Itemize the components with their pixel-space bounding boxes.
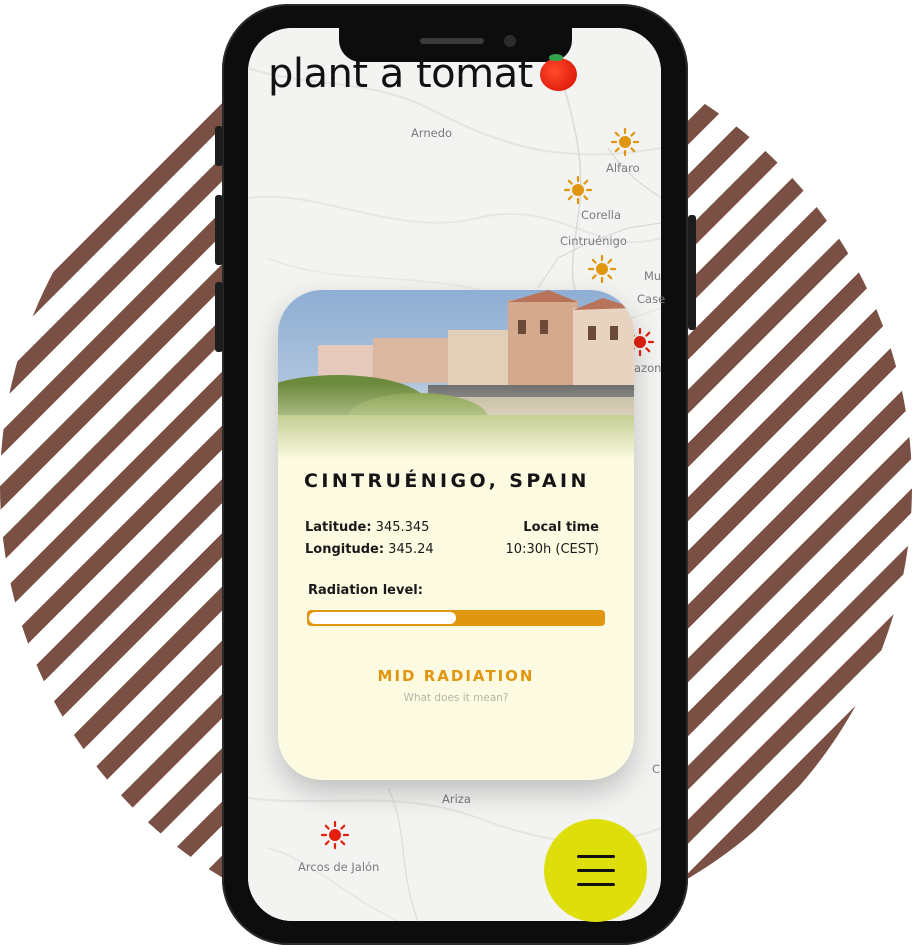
phone-volume-up-button [215, 195, 223, 265]
phone-side-button [215, 126, 223, 166]
latitude-row: Latitude: 345.345 [305, 520, 429, 535]
phone-speaker [420, 38, 484, 44]
phone-power-button [688, 215, 696, 330]
location-title: CINTRUÉNIGO, SPAIN [304, 470, 590, 492]
radiation-level-fill [309, 612, 456, 624]
map-label-cintruenigo: Cintruénigo [560, 234, 627, 248]
location-photo [278, 290, 634, 460]
radiation-level-text: MID RADIATION [377, 667, 535, 685]
map-label-ariza: Ariza [442, 792, 471, 806]
phone-camera [504, 35, 516, 47]
latitude-value: 345.345 [375, 520, 430, 535]
map-label-arcos-de-jalon: Arcos de Jalón [298, 860, 380, 874]
map-label-c: C [652, 762, 661, 776]
map-label-alfaro: Alfaro [606, 161, 640, 175]
app-logo-text: plant a tomat [268, 51, 533, 97]
longitude-label: Longitude: [305, 542, 385, 557]
longitude-value: 345.24 [388, 542, 434, 557]
tomato-logo-icon [540, 58, 577, 91]
radiation-level-label: Radiation level: [308, 583, 423, 598]
latitude-label: Latitude: [305, 520, 372, 535]
tomato-leaf-icon [549, 54, 563, 61]
longitude-row: Longitude: 345.24 [305, 542, 434, 557]
menu-button[interactable] [544, 819, 647, 922]
map-label-arnedo: Arnedo [411, 126, 453, 140]
sun-icon[interactable] [587, 254, 617, 284]
map-label-case: Case [637, 292, 666, 306]
sun-icon[interactable] [320, 820, 350, 850]
phone-volume-down-button [215, 282, 223, 352]
location-card [278, 290, 634, 780]
map-label-mu: Mu [644, 269, 662, 283]
sun-icon[interactable] [610, 127, 640, 157]
radiation-level-bar [307, 610, 605, 626]
local-time-value: 10:30h (CEST) [505, 542, 599, 557]
map-label-corella: Corella [581, 208, 622, 222]
map-label-azon: azon [634, 361, 662, 375]
radiation-help-link[interactable]: What does it mean? [278, 692, 634, 704]
sun-icon[interactable] [563, 175, 593, 205]
local-time-label: Local time [523, 520, 599, 535]
